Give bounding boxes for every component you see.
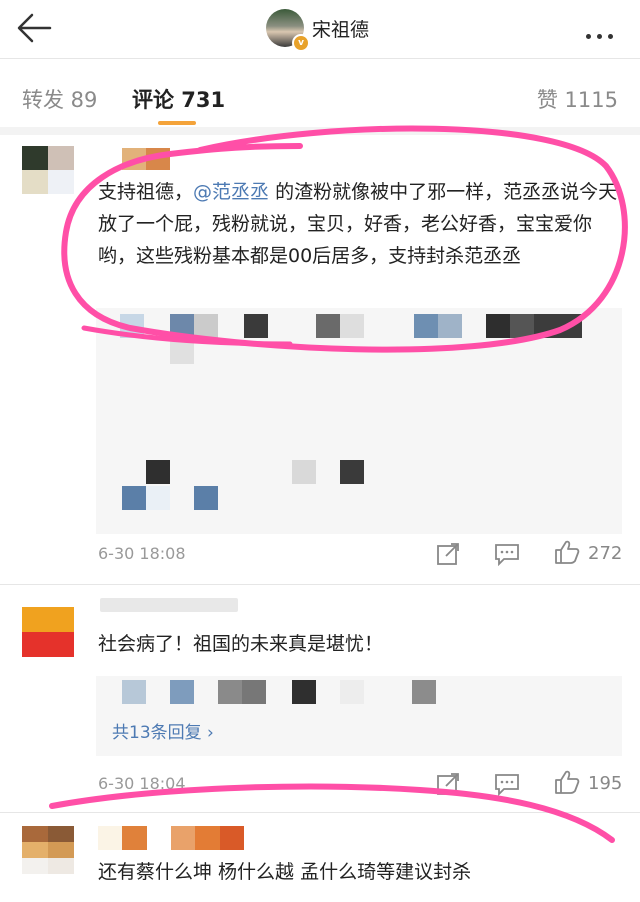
reply-icon[interactable] [494,772,520,796]
mention-link[interactable]: @范丞丞 [193,181,269,203]
comment-divider [0,584,640,585]
tab-like[interactable]: 赞 1115 [537,84,618,114]
share-icon[interactable] [436,542,462,566]
like-count: 272 [588,543,623,564]
section-gap [0,127,640,135]
more-dots-icon[interactable] [586,24,626,39]
comment-text: 支持祖德，@范丞丞 的渣粉就像被中了邪一样，范丞丞说今天放了一个屁，残粉就说，宝… [98,181,618,267]
username-blurred[interactable] [98,826,244,850]
quoted-reply-blurred[interactable]: 共13条回复 › [96,676,622,756]
tab-comment[interactable]: 评论 731 [132,84,225,114]
comment-text: 社会病了！祖国的未来真是堪忧！ [98,633,384,655]
like-thumb-icon[interactable] [554,770,580,794]
comment-time: 6-30 18:08 [98,544,186,563]
comment-time: 6-30 18:04 [98,774,186,793]
reply-icon[interactable] [494,542,520,566]
username-blurred[interactable] [100,598,238,612]
header-divider [0,58,640,59]
verified-badge-icon: v [292,34,310,52]
comment-divider [0,812,640,813]
view-replies-link[interactable]: 共13条回复 › [112,718,214,743]
avatar[interactable] [22,607,74,657]
page-title: 宋祖德 [312,19,370,41]
quoted-reply-blurred[interactable] [96,308,622,534]
avatar[interactable] [22,826,74,874]
like-count: 195 [588,773,623,794]
like-thumb-icon[interactable] [554,540,580,564]
tab-repost[interactable]: 转发 89 [22,84,97,114]
back-arrow-icon[interactable] [14,10,54,46]
share-icon[interactable] [436,772,462,796]
username-blurred[interactable] [122,148,170,170]
comment-text: 还有蔡什么坤 杨什么越 孟什么琦等建议封杀 [98,861,472,883]
avatar[interactable] [22,146,74,194]
active-tab-indicator [158,121,196,125]
